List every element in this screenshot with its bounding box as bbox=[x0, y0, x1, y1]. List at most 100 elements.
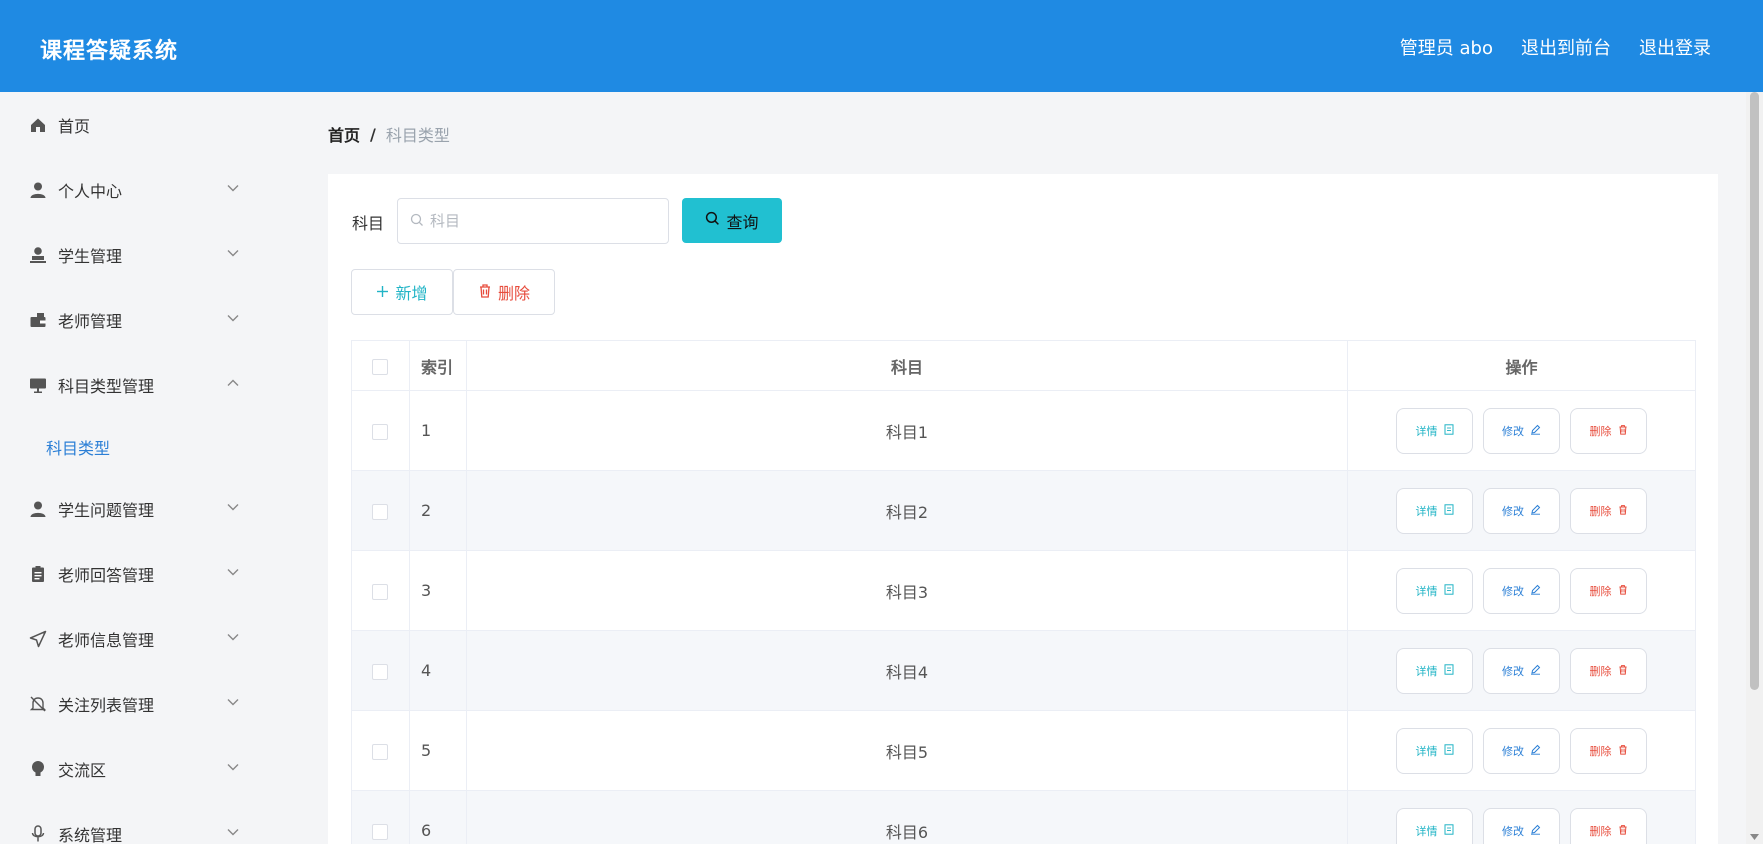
chevron-down-icon bbox=[226, 630, 240, 644]
row-index: 3 bbox=[409, 550, 467, 631]
edit-button-label: 修改 bbox=[1502, 824, 1525, 838]
edit-button-label: 修改 bbox=[1502, 424, 1525, 438]
document-icon bbox=[1444, 423, 1454, 438]
content-card: 科目 查询 新增 删除 bbox=[328, 174, 1718, 844]
breadcrumb-home[interactable]: 首页 bbox=[328, 122, 360, 146]
detail-button[interactable]: 详情 bbox=[1396, 727, 1474, 774]
edit-button[interactable]: 修改 bbox=[1483, 487, 1561, 534]
detail-button-label: 详情 bbox=[1415, 744, 1438, 758]
trash-icon bbox=[1618, 424, 1628, 438]
query-button[interactable]: 查询 bbox=[682, 198, 782, 243]
sidebar-item-student-question-management[interactable]: 学生问题管理 bbox=[0, 476, 300, 541]
delete-button[interactable]: 删除 bbox=[1570, 807, 1648, 844]
trash-icon bbox=[1618, 664, 1628, 678]
detail-button[interactable]: 详情 bbox=[1396, 567, 1474, 614]
sidebar-item-system-management[interactable]: 系统管理 bbox=[0, 801, 300, 844]
search-input[interactable] bbox=[430, 212, 650, 230]
table-row: 1 科目1 详情 修改 删除 bbox=[351, 390, 1696, 471]
admin-user-link[interactable]: 管理员 abo bbox=[1400, 34, 1493, 60]
sidebar-item-follow-list-management[interactable]: 关注列表管理 bbox=[0, 671, 300, 736]
row-index: 4 bbox=[409, 630, 467, 711]
scroll-thumb[interactable] bbox=[1750, 92, 1759, 690]
sidebar-item-teacher-management[interactable]: 老师管理 bbox=[0, 287, 300, 352]
row-ops-cell: 详情 修改 删除 bbox=[1347, 630, 1696, 711]
select-all-checkbox[interactable] bbox=[372, 358, 389, 375]
sidebar-item-student-management[interactable]: 学生管理 bbox=[0, 222, 300, 287]
row-checkbox[interactable] bbox=[372, 823, 389, 840]
detail-button[interactable]: 详情 bbox=[1396, 807, 1474, 844]
delete-button[interactable]: 删除 bbox=[1570, 407, 1648, 454]
edit-button[interactable]: 修改 bbox=[1483, 567, 1561, 614]
sidebar-item-label: 个人中心 bbox=[58, 181, 123, 201]
trash-icon bbox=[1618, 584, 1628, 598]
header-ops: 操作 bbox=[1347, 340, 1696, 391]
sidebar-item-subject-type-management[interactable]: 科目类型管理 bbox=[0, 352, 300, 417]
row-index: 5 bbox=[409, 710, 467, 791]
row-subject: 科目1 bbox=[466, 390, 1349, 471]
detail-button-label: 详情 bbox=[1415, 824, 1438, 838]
row-checkbox[interactable] bbox=[372, 743, 389, 760]
detail-button[interactable]: 详情 bbox=[1396, 487, 1474, 534]
breadcrumb-current: 科目类型 bbox=[385, 126, 450, 145]
chevron-down-icon bbox=[226, 565, 240, 579]
breadcrumb-separator: / bbox=[370, 124, 376, 144]
delete-button-label: 删除 bbox=[1589, 744, 1612, 758]
sidebar-item-label: 科目类型管理 bbox=[58, 376, 155, 396]
search-field[interactable] bbox=[397, 198, 669, 244]
user-icon bbox=[28, 180, 48, 200]
row-ops: 详情 修改 删除 bbox=[1348, 727, 1695, 774]
row-subject: 科目4 bbox=[466, 630, 1349, 711]
row-checkbox[interactable] bbox=[372, 663, 389, 680]
edit-icon bbox=[1530, 504, 1541, 518]
detail-button[interactable]: 详情 bbox=[1396, 407, 1474, 454]
logout-link[interactable]: 退出登录 bbox=[1639, 34, 1711, 60]
sidebar-item-communication-area[interactable]: 交流区 bbox=[0, 736, 300, 801]
sidebar-item-personal-center[interactable]: 个人中心 bbox=[0, 157, 300, 222]
breadcrumb: 首页 / 科目类型 bbox=[328, 122, 450, 146]
trash-icon bbox=[478, 283, 492, 302]
sidebar-subitem-subject-type[interactable]: 科目类型 bbox=[0, 417, 300, 476]
chevron-down-icon bbox=[226, 181, 240, 195]
edit-button[interactable]: 修改 bbox=[1483, 407, 1561, 454]
add-button[interactable]: 新增 bbox=[351, 269, 453, 315]
bulb-icon bbox=[28, 759, 48, 779]
chevron-down-icon bbox=[226, 311, 240, 325]
sidebar: 首页 个人中心 学生管理 老师管理 科目类型管理 科目类型 学生问题管理 老师回… bbox=[0, 92, 300, 844]
row-index: 2 bbox=[409, 470, 467, 551]
edit-button[interactable]: 修改 bbox=[1483, 647, 1561, 694]
wallet-icon bbox=[28, 310, 48, 330]
chevron-down-icon bbox=[226, 246, 240, 260]
row-check-cell bbox=[351, 710, 410, 791]
scroll-down-arrow-icon[interactable] bbox=[1749, 832, 1760, 842]
row-check-cell bbox=[351, 630, 410, 711]
plus-icon bbox=[376, 283, 389, 302]
delete-button[interactable]: 删除 bbox=[1570, 647, 1648, 694]
edit-button[interactable]: 修改 bbox=[1483, 727, 1561, 774]
row-ops-cell: 详情 修改 删除 bbox=[1347, 390, 1696, 471]
table-row: 5 科目5 详情 修改 删除 bbox=[351, 710, 1696, 791]
row-ops: 详情 修改 删除 bbox=[1348, 567, 1695, 614]
page-scrollbar[interactable] bbox=[1746, 92, 1763, 844]
row-checkbox[interactable] bbox=[372, 583, 389, 600]
query-button-label: 查询 bbox=[726, 212, 759, 232]
sidebar-item-home[interactable]: 首页 bbox=[0, 92, 300, 157]
row-checkbox[interactable] bbox=[372, 503, 389, 520]
sidebar-item-teacher-answer-management[interactable]: 老师回答管理 bbox=[0, 541, 300, 606]
detail-button[interactable]: 详情 bbox=[1396, 647, 1474, 694]
search-icon bbox=[410, 212, 424, 231]
delete-button[interactable]: 删除 bbox=[1570, 487, 1648, 534]
batch-delete-button[interactable]: 删除 bbox=[453, 269, 555, 315]
edit-button[interactable]: 修改 bbox=[1483, 807, 1561, 844]
row-subject: 科目3 bbox=[466, 550, 1349, 631]
subject-table: 索引 科目 操作 1 科目1 详情 修改 删除 2 科目2 详情 修改 删除 3… bbox=[351, 340, 1696, 844]
table-row: 4 科目4 详情 修改 删除 bbox=[351, 630, 1696, 711]
document-icon bbox=[1444, 663, 1454, 678]
chevron-up-icon bbox=[226, 376, 240, 390]
delete-button[interactable]: 删除 bbox=[1570, 727, 1648, 774]
sidebar-item-teacher-info-management[interactable]: 老师信息管理 bbox=[0, 606, 300, 671]
delete-button[interactable]: 删除 bbox=[1570, 567, 1648, 614]
row-checkbox[interactable] bbox=[372, 423, 389, 440]
exit-to-front-link[interactable]: 退出到前台 bbox=[1521, 34, 1611, 60]
sidebar-item-label: 学生问题管理 bbox=[58, 500, 155, 520]
row-ops-cell: 详情 修改 删除 bbox=[1347, 710, 1696, 791]
